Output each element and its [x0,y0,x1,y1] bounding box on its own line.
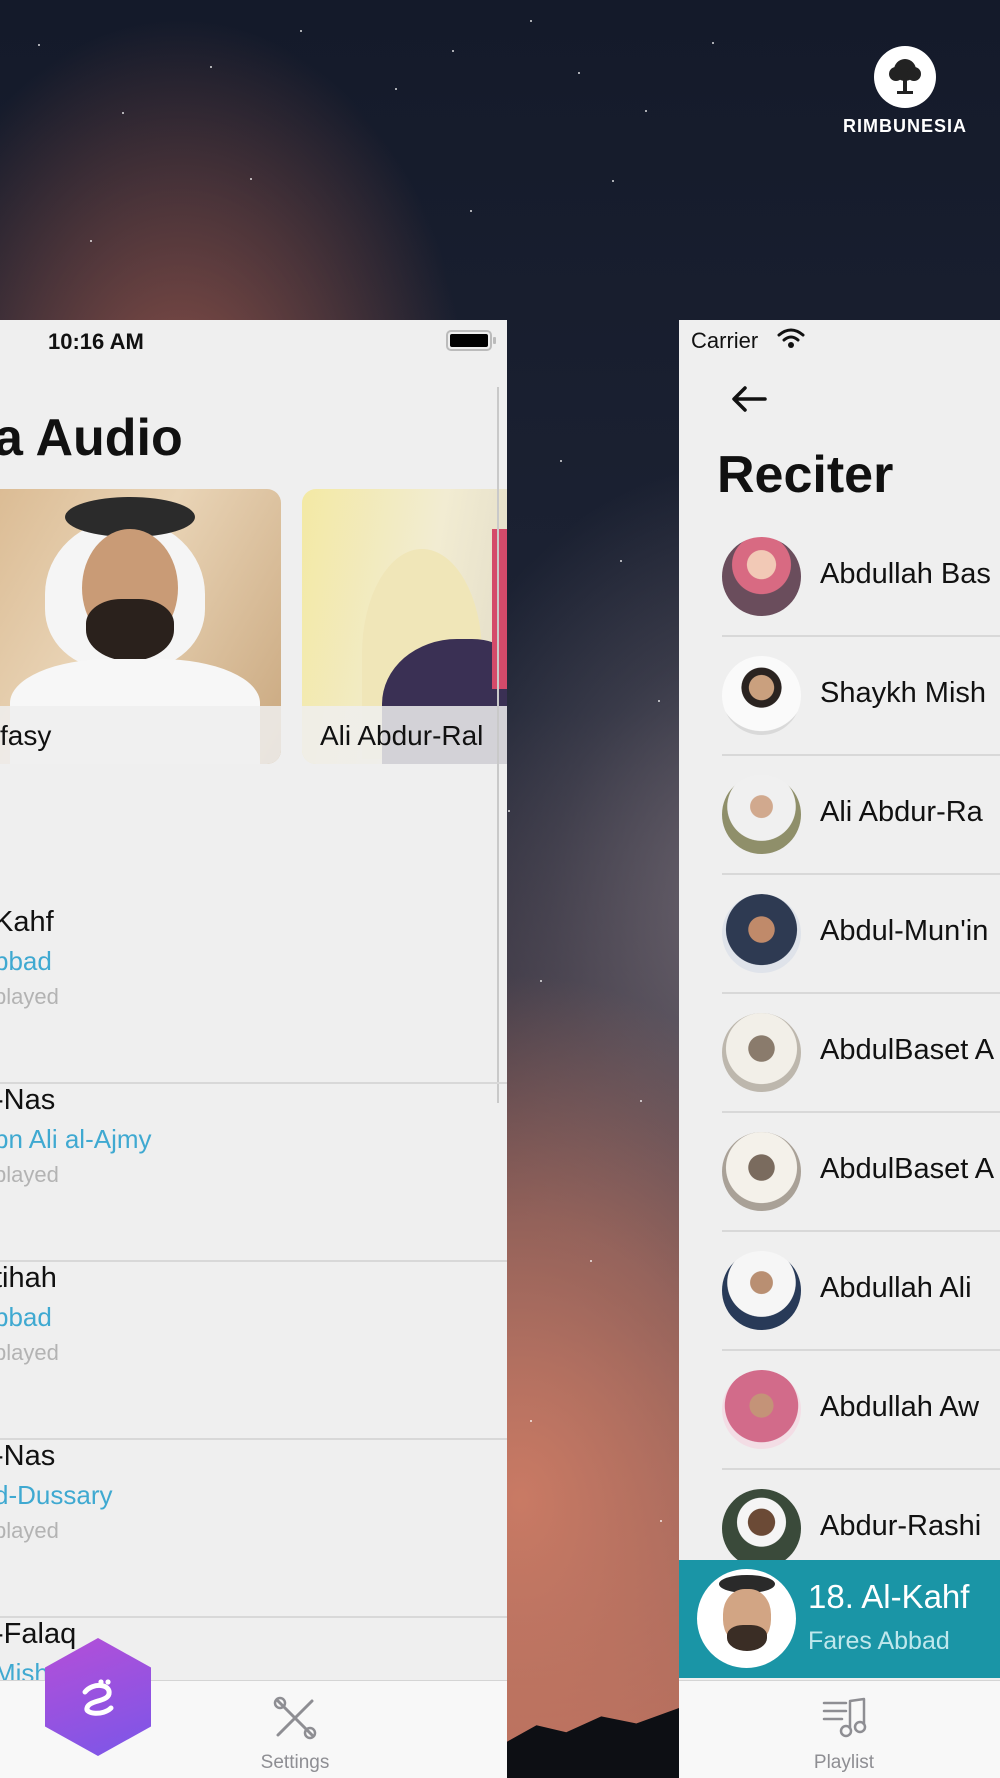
page-title: Reciter [717,446,894,504]
track-status: played [0,1340,59,1365]
track-status: played [0,984,59,1009]
avatar [722,1013,801,1092]
brand-swirl-icon [82,1679,114,1716]
track-artist: d-Dussary [0,1480,113,1510]
now-playing-title: 18. Al-Kahf [808,1578,970,1615]
tree-icon [874,46,936,108]
avatar [722,1251,801,1330]
now-playing-artist: Fares Abbad [808,1627,950,1655]
track-list-item[interactable]: -Nas d-Dussary played [0,1440,507,1618]
reciter-name: AbdulBaset A [820,1153,995,1185]
reciter-list-screen: Carrier Reciter Abdullah Bas Shaykh Mish… [679,320,1000,1778]
featured-reciter-card[interactable]: Ali Abdur-Ral [302,489,507,764]
tab-settings[interactable]: Settings [240,1695,350,1774]
playlist-icon [822,1697,867,1738]
track-artist: bn Ali al-Ajmy [0,1124,152,1154]
settings-tools-icon [273,1696,317,1740]
reciter-list-item[interactable]: Abdullah Bas [722,518,1000,637]
tab-bar: Playlist [679,1680,1000,1778]
audio-home-screen: 10:16 AM a Audio fasy Ali Abdur-Ral Kahf… [0,320,507,1778]
carrier-label: Carrier [691,328,759,353]
tab-playlist-label: Playlist [813,1752,875,1773]
track-title: -Falaq [0,1618,77,1650]
reciter-name: Abdullah Ali [820,1272,972,1304]
brand-logo: RIMBUNESIA [840,46,970,137]
now-playing-bar[interactable]: 18. Al-Kahf Fares Abbad [679,1560,1000,1678]
reciter-name: Abdul-Mun'in [820,915,989,947]
reciter-name: Ali Abdur-Ra [820,796,983,828]
reciter-list-item[interactable]: Ali Abdur-Ra [722,756,1000,875]
reciter-list-item[interactable]: Abdullah Ali [722,1232,1000,1351]
avatar [722,894,801,973]
reciter-name: Abdullah Aw [820,1391,980,1423]
reciter-name: Shaykh Mish [820,677,987,709]
track-title: Kahf [0,906,54,938]
featured-reciter-card[interactable]: fasy [0,489,281,764]
now-playing-avatar [697,1569,796,1668]
reciter-name: Abdur-Rashi [820,1510,982,1542]
track-title: tihah [0,1262,57,1294]
card-reciter-name: Ali Abdur-Ral [302,706,507,764]
reciter-name: AbdulBaset A [820,1034,995,1066]
reciter-name: Abdullah Bas [820,558,991,590]
avatar [722,656,801,735]
reciter-list-item[interactable]: AbdulBaset A [722,994,1000,1113]
reciter-list-item[interactable]: Shaykh Mish [722,637,1000,756]
avatar [722,775,801,854]
reciter-list-item[interactable]: Abdullah Aw [722,1351,1000,1470]
avatar [722,1489,801,1568]
track-title: -Nas [0,1440,56,1472]
brand-name: RIMBUNESIA [842,116,967,136]
avatar [722,1370,801,1449]
tab-settings-label: Settings [260,1752,330,1773]
track-title: -Nas [0,1084,56,1116]
avatar [722,537,801,616]
track-artist: bbad [0,946,52,976]
track-list-item[interactable]: Kahf bbad played [0,906,507,1084]
avatar [722,1132,801,1211]
reciter-list-item[interactable]: Abdul-Mun'in [722,875,1000,994]
status-time: 10:16 AM [48,329,144,354]
battery-icon [446,330,496,351]
page-title: a Audio [0,409,183,467]
track-list-item[interactable]: -Nas bn Ali al-Ajmy played [0,1084,507,1262]
tab-playlist[interactable]: Playlist [799,1695,889,1774]
wifi-icon [777,328,805,348]
track-status: played [0,1518,59,1543]
track-list-item[interactable]: tihah bbad played [0,1262,507,1440]
card-reciter-name: fasy [0,706,281,764]
track-status: played [0,1162,59,1187]
back-arrow-icon[interactable] [729,382,769,416]
reciter-list-item[interactable]: AbdulBaset A [722,1113,1000,1232]
track-artist: bbad [0,1302,52,1332]
